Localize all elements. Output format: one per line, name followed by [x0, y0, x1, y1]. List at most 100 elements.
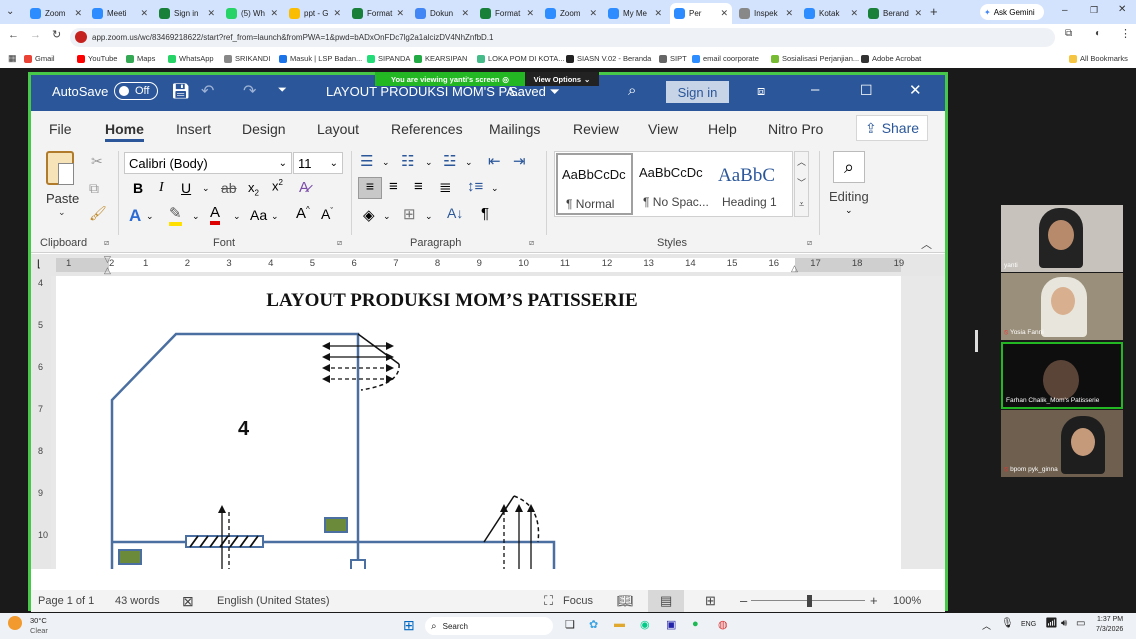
show-formatting-icon[interactable]: ¶ [481, 205, 489, 222]
participant-video-farhan[interactable]: Farhan Chalik_Mom's Patisserie [1001, 342, 1123, 409]
bullets-dropdown-icon[interactable]: ⌄ [382, 157, 390, 168]
menu-tab-help[interactable]: Help [708, 121, 737, 137]
wifi-icon[interactable]: 📶︎ [1045, 618, 1058, 629]
minimize-window-icon[interactable]: – [1062, 5, 1068, 16]
bookmark-item[interactable]: email coorporate [692, 54, 759, 63]
browser-tab[interactable]: Meeti ✕ [88, 3, 152, 24]
browser-tab[interactable]: Kotak ✕ [800, 3, 862, 24]
menu-tab-review[interactable]: Review [573, 121, 619, 137]
dialog-launcher-icon[interactable]: ⧄ [807, 238, 812, 248]
horizontal-ruler[interactable]: ⌊ 1 2 1 2 3 4 5 6 7 8 9 10 11 12 13 14 15 16 17 18 19 ▽ △ △ [31, 254, 945, 276]
menu-tab-view[interactable]: View [648, 121, 678, 137]
apps-grid-icon[interactable]: ▦ [8, 53, 17, 64]
clear-formatting-icon[interactable]: A̷ [299, 179, 309, 196]
browser-tab[interactable]: Inspek ✕ [735, 3, 797, 24]
input-language[interactable]: ENG [1021, 621, 1036, 628]
customize-qat-icon[interactable]: ⏷ [278, 84, 287, 97]
browser-tab[interactable]: Zoom ✕ [541, 3, 601, 24]
restore-window-icon[interactable]: ❐ [1090, 5, 1098, 16]
align-left-icon[interactable]: ≡ [358, 177, 382, 199]
underline-icon[interactable]: U [181, 180, 191, 196]
participant-video-bpom[interactable]: ⦸ bpom pyk_ginna [1001, 410, 1123, 477]
font-name-select[interactable]: Calibri (Body) ⌄ [124, 152, 292, 174]
battery-icon[interactable]: ▭ [1076, 618, 1085, 629]
sign-in-button[interactable]: Sign in [666, 81, 729, 103]
file-explorer-icon[interactable]: ▬ [614, 618, 625, 630]
bookmark-item[interactable]: Adobe Acrobat [861, 54, 921, 63]
browser-tab[interactable]: Per ✕ [670, 3, 732, 24]
collapse-ribbon-icon[interactable]: ︿ [921, 236, 932, 252]
participant-video-yosia-fanni[interactable]: ⦸ Yosia Fanni [1001, 273, 1123, 340]
store-icon[interactable]: ▣ [666, 618, 676, 631]
close-tab-icon[interactable]: ✕ [461, 8, 469, 19]
close-tab-icon[interactable]: ✕ [333, 8, 341, 19]
document-title[interactable]: LAYOUT PRODUKSI MOM'S PA... [326, 84, 526, 99]
extensions-icon[interactable]: ⧉ [1065, 28, 1072, 39]
browser-tab[interactable]: Sign in ✕ [155, 3, 219, 24]
close-tab-icon[interactable]: ✕ [720, 8, 728, 19]
language-status[interactable]: English (United States) [217, 595, 330, 607]
borders-dropdown-icon[interactable]: ⌄ [425, 211, 433, 222]
justify-icon[interactable]: ≣ [439, 178, 452, 196]
menu-tab-insert[interactable]: Insert [176, 121, 211, 137]
profile-icon[interactable]: ◐ [1095, 28, 1101, 39]
focus-icon[interactable]: ⛶ [544, 593, 553, 609]
multilevel-list-icon[interactable]: ☳ [443, 152, 456, 170]
shading-icon[interactable]: ◈ [363, 206, 375, 224]
strikethrough-icon[interactable]: ab [221, 180, 237, 196]
close-tab-icon[interactable]: ✕ [270, 8, 278, 19]
start-icon[interactable]: ⊞ [403, 617, 415, 634]
redo-icon[interactable]: ↷ [243, 81, 256, 101]
close-tab-icon[interactable]: ✕ [207, 8, 215, 19]
weather-desc[interactable]: Clear [30, 626, 48, 635]
line-spacing-dropdown-icon[interactable]: ⌄ [491, 183, 499, 194]
text-effects-icon[interactable]: A [129, 206, 141, 226]
close-tab-icon[interactable]: ✕ [654, 8, 662, 19]
copilot-icon[interactable]: ✿ [589, 618, 598, 631]
close-tab-icon[interactable]: ✕ [140, 8, 148, 19]
dialog-launcher-icon[interactable]: ⧄ [337, 238, 342, 248]
borders-icon[interactable]: ⊞ [403, 205, 416, 223]
word-count[interactable]: 43 words [115, 595, 160, 607]
italic-icon[interactable]: I [159, 180, 164, 196]
web-layout-icon[interactable]: ⊞ [705, 593, 716, 609]
close-window-icon[interactable]: ✕ [1118, 4, 1126, 15]
dialog-launcher-icon[interactable]: ⧄ [529, 238, 534, 248]
paste-dropdown-icon[interactable]: ⌄ [58, 207, 66, 218]
shading-dropdown-icon[interactable]: ⌄ [383, 211, 391, 222]
word-close-icon[interactable]: ✕ [909, 81, 922, 99]
highlight-icon[interactable]: ✎ [169, 206, 182, 226]
panel-resize-handle[interactable] [975, 330, 978, 352]
styles-scroll[interactable]: ︿ ﹀ ⩡ [794, 151, 809, 217]
view-options-button[interactable]: View Options ⌄ [525, 72, 599, 86]
bookmark-item[interactable]: KEARSIPAN [414, 54, 467, 63]
font-color-icon[interactable]: A [210, 205, 221, 225]
bookmark-item[interactable]: SRIKANDI [224, 54, 270, 63]
tab-search-icon[interactable]: ⌄ [6, 6, 14, 17]
sort-icon[interactable]: A↓ [447, 205, 463, 221]
copy-icon[interactable]: ⧉ [89, 180, 99, 197]
print-layout-button[interactable]: ▤ [648, 590, 684, 612]
browser-tab[interactable]: ppt - G ✕ [285, 3, 345, 24]
scroll-up-icon[interactable]: ︿ [795, 152, 808, 173]
menu-tab-nitro-pro[interactable]: Nitro Pro [768, 121, 823, 137]
cut-icon[interactable]: ✂ [91, 153, 103, 170]
menu-tab-design[interactable]: Design [242, 121, 286, 137]
find-icon[interactable]: ⌕ [833, 151, 865, 183]
change-case-icon[interactable]: Aa [250, 207, 267, 223]
close-tab-icon[interactable]: ✕ [396, 8, 404, 19]
taskbar-search[interactable]: ⌕ Search [425, 617, 553, 635]
vertical-ruler[interactable]: 4567891011 [31, 276, 51, 569]
zoom-in-icon[interactable]: + [870, 593, 878, 608]
bookmark-item[interactable]: Gmail [24, 54, 55, 63]
browser-tab[interactable]: My Me ✕ [604, 3, 666, 24]
zoom-slider-thumb[interactable] [807, 595, 812, 607]
close-tab-icon[interactable]: ✕ [785, 8, 793, 19]
format-painter-icon[interactable]: 🖌︎ [89, 205, 107, 222]
word-minimize-icon[interactable]: – [811, 81, 819, 98]
search-icon[interactable]: ⌕ [628, 82, 636, 99]
browser-tab[interactable]: (5) Wh ✕ [222, 3, 282, 24]
close-tab-icon[interactable]: ✕ [526, 8, 534, 19]
word-maximize-icon[interactable]: ☐ [860, 82, 873, 99]
clock-time[interactable]: 1:37 PM [1097, 616, 1123, 623]
